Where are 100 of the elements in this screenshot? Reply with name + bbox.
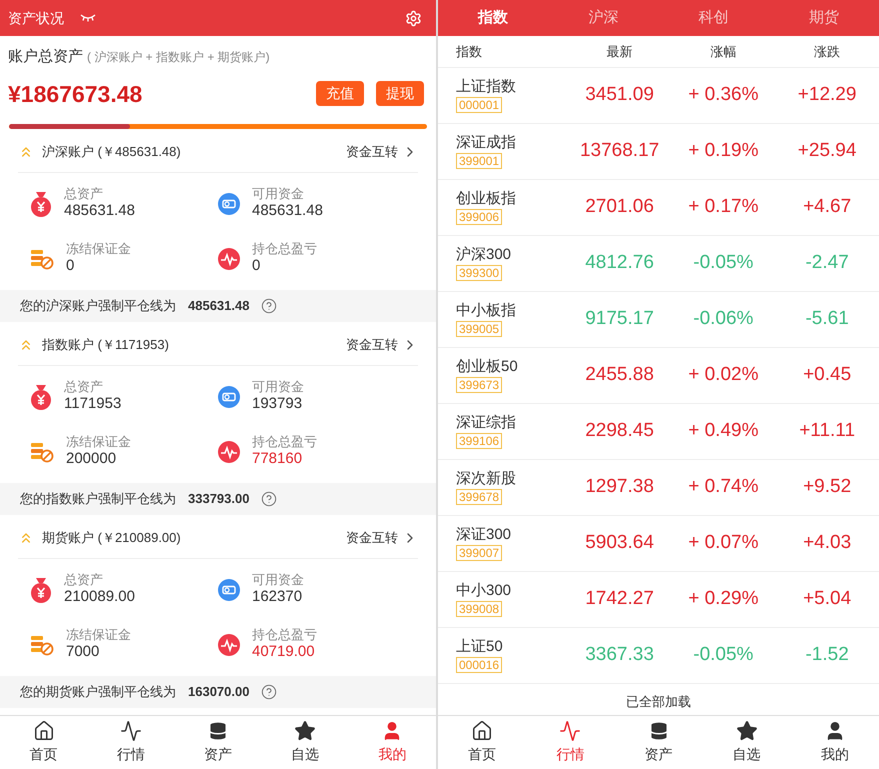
index-row[interactable]: 沪深300 399300 4812.76 -0.05% -2.47 bbox=[438, 236, 879, 292]
metric-value: 40719.00 bbox=[252, 643, 316, 662]
column-header: 涨跌 bbox=[813, 42, 842, 61]
coins-blocked-icon bbox=[30, 440, 54, 462]
index-code: 399300 bbox=[456, 264, 502, 281]
star-icon bbox=[294, 720, 316, 742]
index-name: 上证50 bbox=[456, 638, 503, 657]
index-code: 399007 bbox=[456, 544, 502, 561]
metric-value: 200000 bbox=[66, 450, 118, 469]
index-name: 深证综指 bbox=[456, 414, 516, 433]
settings-icon[interactable] bbox=[405, 10, 422, 26]
star-icon bbox=[736, 720, 758, 742]
index-price: 4812.76 bbox=[584, 251, 655, 276]
metric-label: 总资产 bbox=[64, 572, 104, 588]
nav-tab[interactable]: 资产 bbox=[614, 716, 703, 769]
index-row[interactable]: 深次新股 399678 1297.38 + 0.74% +9.52 bbox=[438, 460, 879, 516]
index-row[interactable]: 上证指数 000001 3451.09 + 0.36% +12.29 bbox=[438, 68, 879, 124]
index-change-pct: + 0.07% bbox=[687, 531, 760, 556]
total-amount: ¥1867673.48 bbox=[8, 80, 142, 108]
metric-label: 冻结保证金 bbox=[66, 434, 131, 450]
metric-value: 485631.48 bbox=[64, 202, 135, 221]
index-change-pct: + 0.17% bbox=[687, 195, 760, 220]
summary-label: 账户总资产 bbox=[8, 47, 83, 67]
metric-label: 冻结保证金 bbox=[66, 241, 131, 258]
metric-value: 210089.00 bbox=[64, 588, 135, 607]
market-tab[interactable]: 指数 bbox=[438, 0, 548, 36]
index-change: -1.52 bbox=[804, 643, 850, 668]
money-bag-icon bbox=[30, 384, 52, 410]
transfer-link[interactable]: 资金互转 bbox=[346, 334, 418, 354]
metric-value: 1171953 bbox=[64, 395, 122, 414]
index-price: 2298.45 bbox=[584, 419, 655, 444]
summary-note: ( 沪深账户 + 指数账户 + 期货账户) bbox=[87, 49, 270, 66]
index-name: 中小300 bbox=[456, 582, 512, 601]
metric-label: 冻结保证金 bbox=[66, 627, 131, 644]
index-name: 创业板50 bbox=[456, 358, 518, 377]
metric-label: 可用资金 bbox=[252, 572, 304, 588]
transfer-link[interactable]: 资金互转 bbox=[346, 142, 418, 162]
index-code: 399106 bbox=[456, 432, 502, 449]
pulse-icon bbox=[559, 720, 582, 742]
liquidation-value: 163070.00 bbox=[188, 683, 250, 702]
index-change-pct: + 0.74% bbox=[687, 475, 760, 500]
header-title: 资产状况 bbox=[8, 8, 64, 28]
index-change: +9.52 bbox=[802, 475, 852, 500]
metric-value: 0 bbox=[66, 257, 76, 276]
card-icon bbox=[218, 386, 240, 408]
coins-icon bbox=[207, 720, 229, 742]
nav-tab[interactable]: 自选 bbox=[702, 716, 791, 769]
index-row[interactable]: 深证成指 399001 13768.17 + 0.19% +25.94 bbox=[438, 124, 879, 180]
index-change: -2.47 bbox=[804, 251, 850, 276]
liquidation-value: 485631.48 bbox=[188, 297, 250, 316]
metric-label: 可用资金 bbox=[252, 186, 305, 202]
nav-tab[interactable]: 行情 bbox=[87, 716, 174, 769]
index-row[interactable]: 深证综指 399106 2298.45 + 0.49% +11.11 bbox=[438, 404, 879, 460]
index-name: 深证成指 bbox=[456, 134, 516, 153]
index-price: 1742.27 bbox=[584, 587, 655, 612]
metric-label: 总资产 bbox=[64, 186, 104, 202]
index-change-pct: + 0.02% bbox=[687, 363, 760, 388]
index-change: +5.04 bbox=[802, 587, 852, 612]
index-code: 399006 bbox=[456, 208, 502, 225]
nav-tab[interactable]: 我的 bbox=[790, 716, 879, 769]
metric-label: 持仓总盈亏 bbox=[252, 241, 317, 258]
nav-tab[interactable]: 首页 bbox=[0, 716, 88, 769]
liquidation-label: 您的期货账户强制平仓线为 bbox=[20, 683, 176, 702]
help-icon[interactable] bbox=[261, 491, 278, 507]
transfer-link[interactable]: 资金互转 bbox=[346, 528, 418, 548]
nav-tab[interactable]: 首页 bbox=[438, 716, 526, 769]
index-price: 2455.88 bbox=[584, 363, 655, 388]
home-icon bbox=[471, 720, 494, 742]
index-row[interactable]: 中小板指 399005 9175.17 -0.06% -5.61 bbox=[438, 292, 879, 348]
index-price: 5903.64 bbox=[584, 531, 655, 556]
column-header: 涨幅 bbox=[709, 42, 738, 61]
index-change: +0.45 bbox=[802, 363, 852, 388]
index-row[interactable]: 上证50 000016 3367.33 -0.05% -1.52 bbox=[438, 628, 879, 684]
nav-tab[interactable]: 资产 bbox=[174, 716, 262, 769]
index-change: +4.03 bbox=[802, 531, 852, 556]
index-row[interactable]: 创业板指 399006 2701.06 + 0.17% +4.67 bbox=[438, 180, 879, 236]
pulse-icon bbox=[218, 248, 240, 270]
nav-tab[interactable]: 我的 bbox=[348, 716, 436, 769]
index-code: 000016 bbox=[456, 656, 502, 673]
metric-label: 总资产 bbox=[64, 379, 104, 396]
home-icon bbox=[32, 720, 55, 742]
nav-tab[interactable]: 行情 bbox=[526, 716, 614, 769]
index-row[interactable]: 创业板50 399673 2455.88 + 0.02% +0.45 bbox=[438, 348, 879, 404]
account-title: 指数账户 (￥1171953) bbox=[42, 336, 169, 354]
column-header: 指数 bbox=[455, 42, 483, 61]
index-row[interactable]: 深证300 399007 5903.64 + 0.07% +4.03 bbox=[438, 516, 879, 572]
liquidation-label: 您的沪深账户强制平仓线为 bbox=[20, 297, 176, 316]
index-change: +11.11 bbox=[798, 419, 856, 444]
index-change: +4.67 bbox=[802, 195, 852, 220]
help-icon[interactable] bbox=[261, 684, 278, 700]
pulse-icon bbox=[120, 720, 142, 742]
nav-tab[interactable]: 自选 bbox=[262, 716, 349, 769]
index-price: 2701.06 bbox=[584, 195, 655, 220]
index-row[interactable]: 中小300 399008 1742.27 + 0.29% +5.04 bbox=[438, 572, 879, 628]
index-price: 3367.33 bbox=[584, 643, 655, 668]
help-icon[interactable] bbox=[261, 298, 278, 314]
eye-closed-icon[interactable] bbox=[80, 14, 96, 22]
metric-label: 可用资金 bbox=[252, 379, 304, 396]
index-name: 深证300 bbox=[456, 526, 512, 545]
coins-blocked-icon bbox=[30, 248, 54, 270]
